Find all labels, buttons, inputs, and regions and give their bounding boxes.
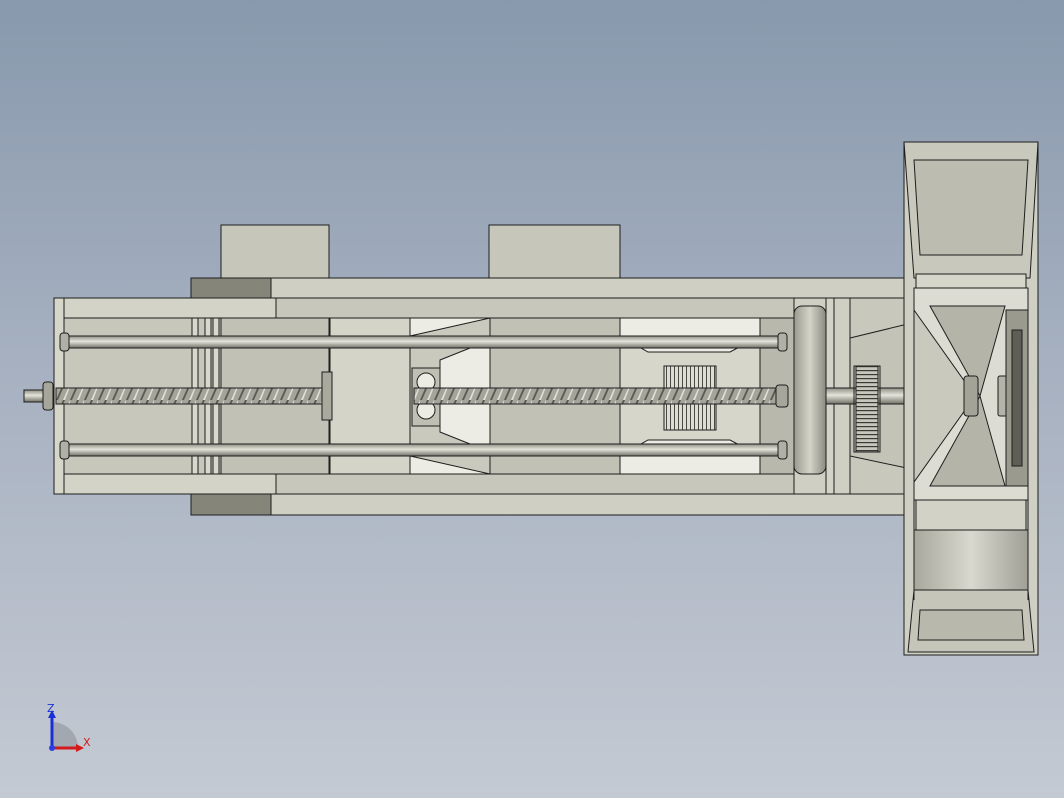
cad-viewport[interactable]: Z X	[0, 0, 1064, 798]
screw-thread-right	[413, 387, 779, 405]
machine-top-view-drawing: Z X	[23, 141, 1039, 752]
z-axis-label: Z	[47, 702, 55, 715]
screw-nut	[321, 371, 333, 421]
screw-thread-left	[55, 387, 323, 405]
frame-dark-plate-top	[190, 277, 272, 299]
mount-block-right	[488, 224, 621, 279]
x-axis-label: X	[83, 736, 91, 749]
impeller-hub	[963, 375, 979, 417]
cage-bottom-rail	[53, 473, 277, 495]
bearing-flange	[793, 305, 827, 475]
outlet-drum	[913, 529, 1029, 591]
guide-rod-bottom	[63, 443, 787, 457]
mount-block-left	[220, 224, 330, 279]
triad-plane	[52, 722, 78, 748]
blower-housing	[903, 141, 1039, 656]
mounting-blocks	[220, 224, 621, 279]
guide-rod-top	[63, 335, 787, 349]
coordinate-triad: Z X	[47, 702, 91, 752]
cage-top-rail	[53, 297, 277, 319]
drive-gear	[855, 365, 879, 453]
frame-dark-plate-bottom	[190, 493, 272, 516]
